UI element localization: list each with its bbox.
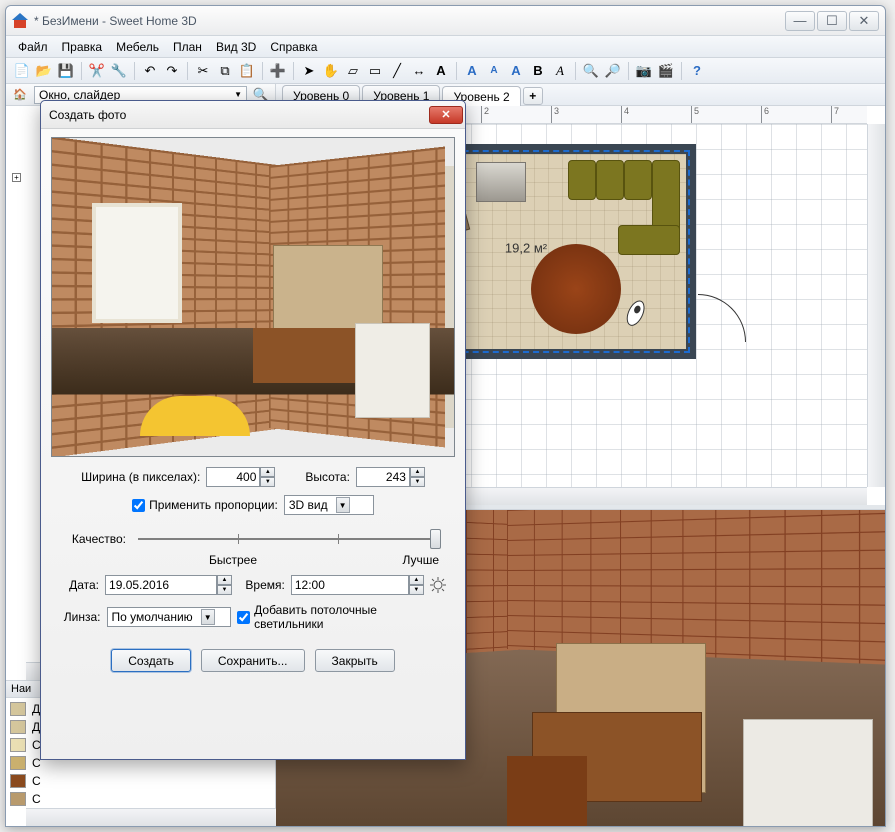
help-icon[interactable]: ?: [687, 61, 707, 81]
lens-label: Линза:: [59, 610, 101, 624]
date-input[interactable]: [105, 575, 217, 595]
pan-tool-icon[interactable]: ✋: [321, 61, 341, 81]
text-size-dec-icon[interactable]: A: [484, 61, 504, 81]
new-icon[interactable]: 📄: [12, 61, 32, 81]
time-up-button[interactable]: ▲: [409, 575, 424, 585]
text-size-inc-icon[interactable]: A: [462, 61, 482, 81]
time-input[interactable]: [291, 575, 409, 595]
create-button[interactable]: Создать: [111, 649, 191, 672]
height-up-button[interactable]: ▲: [410, 467, 425, 477]
furniture-list-hscroll[interactable]: [26, 808, 295, 826]
furniture-cabinet[interactable]: [476, 162, 526, 202]
chevron-down-icon: ▼: [201, 609, 215, 625]
text-color-icon[interactable]: A: [506, 61, 526, 81]
paste-icon[interactable]: 📋: [237, 61, 257, 81]
toolbar: 📄 📂 💾 ✂️ 🔧 ↶ ↷ ✂ ⧉ 📋 ➕ ➤ ✋ ▱ ▭ ╱ ↔ A A A…: [6, 58, 885, 84]
add-furniture-icon[interactable]: ➕: [268, 61, 288, 81]
dialog-title: Создать фото: [49, 108, 429, 122]
photo-preview: [51, 137, 455, 457]
time-label: Время:: [241, 578, 285, 592]
menu-furniture[interactable]: Мебель: [110, 38, 165, 56]
preview-window: [92, 203, 182, 323]
zoom-in-icon[interactable]: 🔍: [581, 61, 601, 81]
quality-slider[interactable]: [138, 529, 441, 549]
width-label: Ширина (в пикселах):: [81, 470, 200, 484]
width-down-button[interactable]: ▼: [260, 477, 275, 487]
zoom-out-icon[interactable]: 🔎: [603, 61, 623, 81]
lens-combo[interactable]: По умолчанию ▼: [107, 607, 232, 627]
menu-help[interactable]: Справка: [264, 38, 323, 56]
settings-icon[interactable]: 🔧: [109, 61, 129, 81]
slider-thumb[interactable]: [430, 529, 441, 549]
catalog-home-icon[interactable]: 🏠: [10, 85, 30, 105]
prev-armchair: [743, 719, 873, 826]
menubar: Файл Правка Мебель План Вид 3D Справка: [6, 36, 885, 58]
wall-tool-icon[interactable]: ▱: [343, 61, 363, 81]
room-tool-icon[interactable]: ▭: [365, 61, 385, 81]
maximize-button[interactable]: ☐: [817, 11, 847, 31]
date-up-button[interactable]: ▲: [217, 575, 232, 585]
apply-aspect-checkbox[interactable]: Применить пропорции:: [132, 498, 278, 512]
redo-icon[interactable]: ↷: [162, 61, 182, 81]
bold-icon[interactable]: B: [528, 61, 548, 81]
dialog-close-button[interactable]: ✕: [429, 106, 463, 124]
select-tool-icon[interactable]: ➤: [299, 61, 319, 81]
copy-icon[interactable]: ⧉: [215, 61, 235, 81]
polyline-tool-icon[interactable]: ╱: [387, 61, 407, 81]
save-button[interactable]: Сохранить...: [201, 649, 305, 672]
add-level-button[interactable]: +: [523, 87, 543, 105]
date-label: Дата:: [59, 578, 99, 592]
quality-better-label: Лучше: [402, 553, 439, 567]
date-down-button[interactable]: ▼: [217, 585, 232, 595]
open-icon[interactable]: 📂: [34, 61, 54, 81]
width-input[interactable]: [206, 467, 260, 487]
create-photo-dialog: Создать фото ✕ Ширина (в пикселах): ▲▼: [40, 100, 466, 760]
quality-faster-label: Быстрее: [209, 553, 257, 567]
italic-icon[interactable]: A: [550, 61, 570, 81]
furniture-table[interactable]: [531, 244, 621, 334]
minimize-button[interactable]: —: [785, 11, 815, 31]
menu-file[interactable]: Файл: [12, 38, 54, 56]
aspect-combo[interactable]: 3D вид ▼: [284, 495, 374, 515]
furniture-sofa[interactable]: [560, 160, 680, 255]
preferences-icon[interactable]: ✂️: [87, 61, 107, 81]
height-label: Высота:: [305, 470, 350, 484]
window-title: * БезИмени - Sweet Home 3D: [34, 14, 785, 28]
video-icon[interactable]: 🎬: [656, 61, 676, 81]
time-down-button[interactable]: ▼: [409, 585, 424, 595]
chevron-down-icon: ▼: [336, 497, 350, 513]
prev-chair: [507, 756, 587, 826]
room-area-label: 19,2 м²: [505, 240, 547, 255]
menu-plan[interactable]: План: [167, 38, 208, 56]
app-logo-icon: [12, 13, 28, 29]
quality-label: Качество:: [59, 532, 126, 546]
ceiling-lights-checkbox[interactable]: Добавить потолочные светильники: [237, 603, 447, 631]
chevron-down-icon: ▼: [234, 90, 242, 99]
undo-icon[interactable]: ↶: [140, 61, 160, 81]
close-dialog-button[interactable]: Закрыть: [315, 649, 395, 672]
text-tool-icon[interactable]: A: [431, 61, 451, 81]
cut-icon[interactable]: ✂: [193, 61, 213, 81]
height-down-button[interactable]: ▼: [410, 477, 425, 487]
door-right[interactable]: [698, 294, 746, 342]
dimension-tool-icon[interactable]: ↔: [409, 61, 429, 81]
dialog-titlebar[interactable]: Создать фото ✕: [41, 101, 465, 129]
titlebar[interactable]: * БезИмени - Sweet Home 3D — ☐ ✕: [6, 6, 885, 36]
list-item[interactable]: С: [6, 772, 275, 790]
close-button[interactable]: ✕: [849, 11, 879, 31]
width-up-button[interactable]: ▲: [260, 467, 275, 477]
tree-expand-icon[interactable]: +: [12, 173, 21, 182]
photo-icon[interactable]: 📷: [634, 61, 654, 81]
list-item[interactable]: С: [6, 790, 275, 808]
sun-icon[interactable]: [430, 576, 447, 594]
menu-edit[interactable]: Правка: [56, 38, 109, 56]
height-input[interactable]: [356, 467, 410, 487]
plan-vscroll[interactable]: [867, 124, 885, 487]
preview-armchair: [355, 323, 430, 418]
menu-view3d[interactable]: Вид 3D: [210, 38, 262, 56]
save-icon[interactable]: 💾: [56, 61, 76, 81]
